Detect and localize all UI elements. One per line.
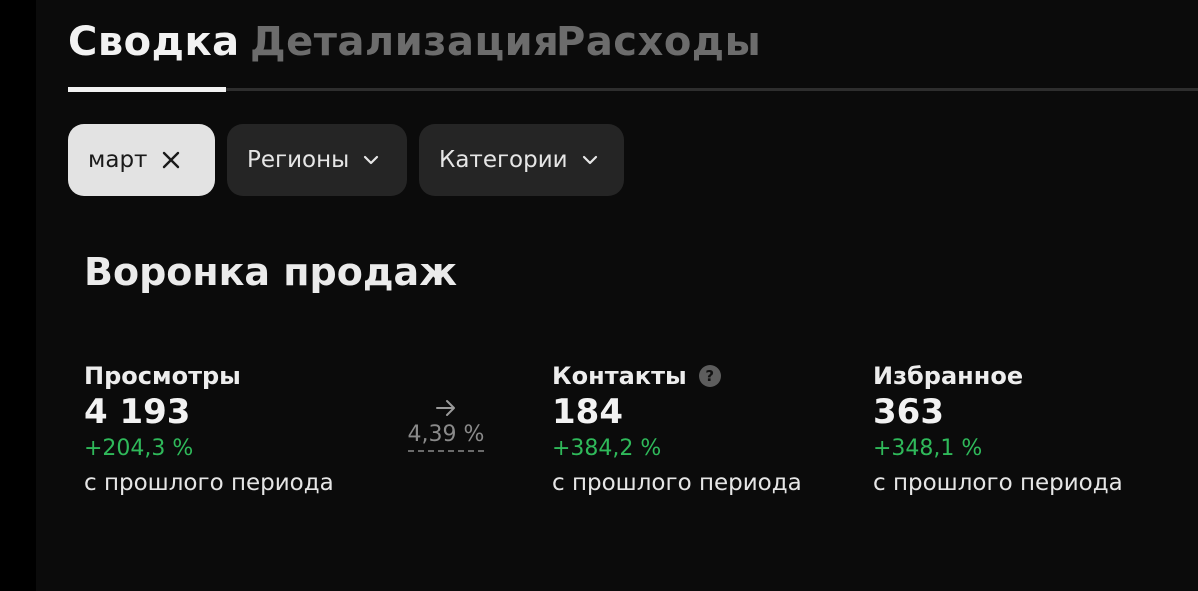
regions-filter-dropdown[interactable]: Регионы [227, 124, 407, 196]
categories-filter-dropdown[interactable]: Категории [419, 124, 624, 196]
metric-favorites-label: Избранное [873, 362, 1024, 390]
help-icon[interactable]: ? [698, 365, 721, 387]
period-filter-chip[interactable]: март [68, 124, 215, 196]
metric-views-value: 4 193 [84, 392, 191, 432]
metric-favorites: Избранное 363 +348,1 % с прошлого период… [873, 360, 1123, 500]
conversion-rate-block: 4,39 % [404, 398, 488, 452]
regions-filter-label: Регионы [247, 147, 350, 173]
close-icon[interactable] [161, 150, 181, 170]
metric-contacts-label-row: Контакты ? [552, 360, 802, 392]
metric-contacts-value: 184 [552, 392, 623, 432]
conversion-rate-value[interactable]: 4,39 % [407, 422, 485, 452]
tab-summary[interactable]: Сводка [68, 16, 240, 68]
page: Сводка Детализация Расходы март Регионы … [36, 0, 1198, 591]
metric-favorites-caption: с прошлого периода [873, 470, 1123, 496]
chevron-down-icon [582, 154, 598, 166]
metric-contacts-label: Контакты [552, 362, 687, 390]
arrow-right-icon [404, 398, 488, 418]
metric-contacts: Контакты ? 184 +384,2 % с прошлого перио… [552, 360, 802, 500]
tab-details[interactable]: Детализация [250, 16, 559, 68]
tab-bar: Сводка Детализация Расходы [68, 0, 1198, 92]
metric-views-label: Просмотры [84, 362, 241, 390]
metric-views-change: +204,3 % [84, 436, 194, 461]
metric-views-caption: с прошлого периода [84, 470, 334, 496]
tabs-divider [68, 88, 1198, 91]
metric-views: Просмотры 4 193 +204,3 % с прошлого пери… [84, 360, 334, 500]
categories-filter-label: Категории [439, 147, 568, 173]
chevron-down-icon [363, 154, 379, 166]
active-tab-indicator [68, 87, 226, 92]
tab-expenses[interactable]: Расходы [556, 16, 761, 68]
funnel-title: Воронка продаж [84, 250, 458, 294]
metric-contacts-caption: с прошлого периода [552, 470, 802, 496]
period-filter-label: март [88, 147, 148, 173]
metric-favorites-value: 363 [873, 392, 944, 432]
metric-favorites-change: +348,1 % [873, 436, 983, 461]
metric-contacts-change: +384,2 % [552, 436, 662, 461]
